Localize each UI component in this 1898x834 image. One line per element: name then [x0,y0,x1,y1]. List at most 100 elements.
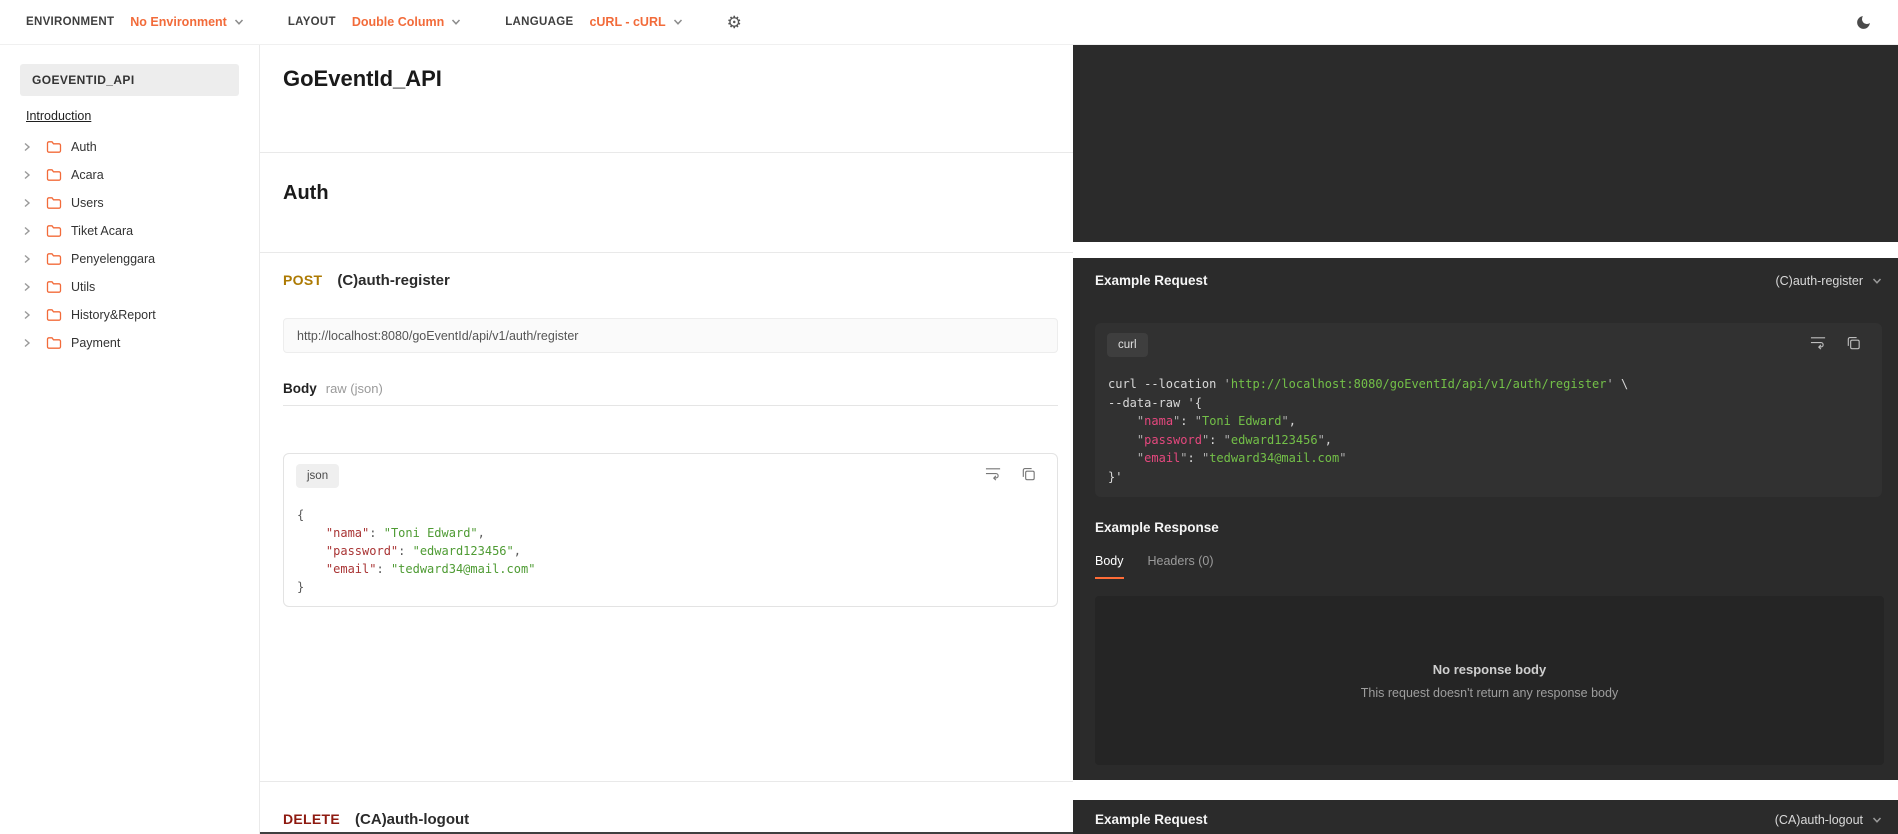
folder-icon [46,141,62,153]
documentation-main-column: GoEventId_API Auth POST (C)auth-register… [260,45,1073,834]
example-request-title: Example Request [1095,812,1208,827]
selected-example: (CA)auth-logout [1774,812,1863,827]
wrap-text-icon[interactable] [985,466,1002,482]
sidebar-item-payment[interactable]: Payment [0,329,259,357]
folder-label: Acara [71,168,104,182]
folder-icon [46,281,62,293]
curl-request-snippet: curl curl --location 'http://localhost:8… [1095,323,1882,497]
response-tabs: Body Headers (0) [1095,554,1214,579]
chevron-down-icon [234,19,243,25]
folder-label: Users [71,196,104,210]
empty-response-title: No response body [1432,661,1547,677]
sidebar-item-utils[interactable]: Utils [0,273,259,301]
layout-label: LAYOUT [287,16,336,28]
folder-label: Penyelenggara [71,252,156,266]
example-request-title: Example Request [1095,273,1208,288]
section-divider [260,152,1073,153]
example-request-header: Example Request (C)auth-register [1095,273,1882,288]
layout-select[interactable]: Double Column [352,15,461,29]
folder-icon [46,169,62,181]
sidebar-item-users[interactable]: Users [0,189,259,217]
copy-icon[interactable] [1845,335,1862,351]
sidebar-item-tiket-acara[interactable]: Tiket Acara [0,217,259,245]
sidebar-item-introduction[interactable]: Introduction [26,109,91,123]
page-title: GoEventId_API [283,66,442,91]
top-settings-bar: ENVIRONMENT No Environment LAYOUT Double… [0,0,1898,45]
selected-example: (C)auth-register [1775,273,1863,288]
example-column: Example Request (C)auth-register curl cu… [1073,45,1898,834]
chevron-down-icon [452,19,461,25]
sidebar-item-history-report[interactable]: History&Report [0,301,259,329]
layout-group: LAYOUT Double Column [288,15,461,29]
sidebar-item-acara[interactable]: Acara [0,161,259,189]
environment-select[interactable]: No Environment [130,15,244,29]
request-body-snippet: json { "nama": "Toni Edward", "password"… [283,453,1058,607]
tab-body[interactable]: Body [1095,554,1124,579]
chevron-right-icon[interactable] [22,170,32,180]
endpoint-name: (CA)auth-logout [355,811,470,828]
sidebar-folder-list: Auth Acara Users Tiket Acara Penyelengga [0,133,259,357]
chevron-right-icon[interactable] [22,310,32,320]
folder-icon [46,253,62,265]
folder-label: Auth [71,140,97,154]
snippet-language-tab-curl[interactable]: curl [1107,333,1148,357]
json-body-code: { "nama": "Toni Edward", "password": "ed… [297,508,536,594]
folder-label: History&Report [71,308,156,322]
example-request-selector[interactable]: (CA)auth-logout [1775,813,1882,827]
tab-headers[interactable]: Headers (0) [1148,554,1214,579]
example-request-header: Example Request (CA)auth-logout [1095,812,1882,827]
folder-icon [46,197,62,209]
section-divider [260,252,1073,253]
collection-name: GOEVENTID_API [32,73,135,87]
sidebar-item-auth[interactable]: Auth [0,133,259,161]
folder-icon [46,309,62,321]
copy-icon[interactable] [1020,466,1037,482]
chevron-right-icon[interactable] [22,142,32,152]
chevron-down-icon [1872,277,1882,284]
body-mode-label: raw (json) [325,381,383,396]
chevron-down-icon [1872,816,1882,823]
sidebar-item-penyelenggara[interactable]: Penyelenggara [0,245,259,273]
body-label: Body [283,381,317,396]
intro-example-panel [1073,45,1898,242]
request-url: http://localhost:8080/goEventId/api/v1/a… [297,328,579,343]
curl-code: curl --location 'http://localhost:8080/g… [1108,377,1629,484]
body-section-underline [283,405,1058,406]
moon-icon[interactable] [1855,14,1872,31]
wrap-text-icon[interactable] [1810,335,1827,351]
sidebar-collection-header[interactable]: GOEVENTID_API [20,64,239,96]
folder-label: Payment [71,336,121,350]
endpoint-heading-auth-logout: DELETE (CA)auth-logout [283,811,469,828]
auth-register-example-panel: Example Request (C)auth-register curl cu… [1073,258,1898,780]
environment-label: ENVIRONMENT [26,16,115,28]
method-badge-post: POST [283,272,323,288]
folder-icon [46,225,62,237]
example-request-selector[interactable]: (C)auth-register [1775,274,1882,288]
response-body-panel: No response body This request doesn't re… [1095,596,1884,765]
section-divider [260,781,1073,782]
language-label: LANGUAGE [505,16,574,28]
body-section-heading: Body raw (json) [283,381,383,396]
request-url-box: http://localhost:8080/goEventId/api/v1/a… [283,318,1058,353]
snippet-toolbar [985,466,1037,482]
endpoint-heading-auth-register: POST (C)auth-register [283,272,450,289]
empty-response-message: This request doesn't return any response… [1360,685,1619,700]
snippet-toolbar [1810,335,1862,351]
language-group: LANGUAGE cURL - cURL [505,15,682,29]
section-title-auth: Auth [283,182,329,204]
language-select[interactable]: cURL - cURL [589,15,682,29]
chevron-right-icon[interactable] [22,338,32,348]
chevron-right-icon[interactable] [22,198,32,208]
layout-value: Double Column [351,15,445,29]
folder-label: Utils [71,280,96,294]
sidebar-navigation: GOEVENTID_API Introduction Auth Acara Us… [0,45,260,834]
method-badge-delete: DELETE [283,811,341,827]
snippet-language-tab-json[interactable]: json [296,464,340,488]
chevron-right-icon[interactable] [22,226,32,236]
chevron-right-icon[interactable] [22,254,32,264]
environment-value: No Environment [130,15,227,29]
chevron-right-icon[interactable] [22,282,32,292]
environment-group: ENVIRONMENT No Environment [26,15,244,29]
gear-icon[interactable]: ⚙ [727,14,742,31]
chevron-down-icon [673,19,682,25]
